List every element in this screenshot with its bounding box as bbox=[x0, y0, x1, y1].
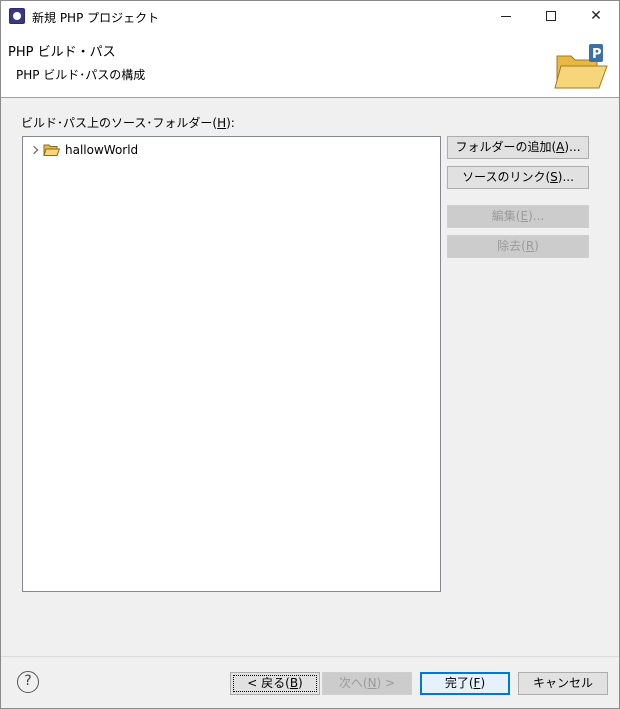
source-folders-label: ビルド･パス上のソース･フォルダー(H): bbox=[21, 116, 235, 130]
open-folder-icon bbox=[43, 144, 60, 156]
minimize-button[interactable] bbox=[483, 1, 529, 32]
minimize-icon bbox=[501, 15, 511, 17]
help-icon[interactable]: ? bbox=[17, 671, 39, 693]
wizard-header: PHP ビルド・パス PHP ビルド･パスの構成 P bbox=[1, 32, 619, 98]
edit-button[interactable]: 編集(E)... bbox=[447, 205, 589, 228]
link-source-button[interactable]: ソースのリンク(S)... bbox=[447, 166, 589, 189]
tree-item-label: hallowWorld bbox=[65, 143, 139, 157]
finish-button[interactable]: 完了(F) bbox=[420, 672, 510, 695]
chevron-right-icon[interactable] bbox=[29, 141, 39, 159]
tree-item-hallowworld[interactable]: hallowWorld bbox=[29, 141, 138, 159]
add-folder-button[interactable]: フォルダーの追加(A)... bbox=[447, 136, 589, 159]
maximize-icon bbox=[546, 11, 556, 21]
eclipse-app-icon bbox=[9, 8, 25, 24]
close-button[interactable]: ✕ bbox=[573, 1, 619, 32]
back-button[interactable]: < 戻る(B) bbox=[230, 672, 320, 695]
next-button[interactable]: 次へ(N) > bbox=[322, 672, 412, 695]
title-bar: 新規 PHP プロジェクト ✕ bbox=[1, 1, 619, 32]
maximize-button[interactable] bbox=[528, 1, 574, 32]
svg-text:P: P bbox=[592, 47, 602, 62]
page-description: PHP ビルド･パスの構成 bbox=[16, 68, 146, 82]
php-folder-wizard-icon: P bbox=[554, 44, 608, 89]
page-title: PHP ビルド・パス bbox=[8, 45, 116, 60]
cancel-button[interactable]: キャンセル bbox=[518, 672, 608, 695]
wizard-window: 新規 PHP プロジェクト ✕ PHP ビルド・パス PHP ビルド･パスの構成… bbox=[0, 0, 620, 709]
remove-button[interactable]: 除去(R) bbox=[447, 235, 589, 258]
window-title: 新規 PHP プロジェクト bbox=[32, 11, 160, 25]
close-icon: ✕ bbox=[590, 8, 602, 24]
source-folder-tree[interactable]: hallowWorld bbox=[22, 136, 441, 592]
footer-separator bbox=[1, 656, 619, 657]
